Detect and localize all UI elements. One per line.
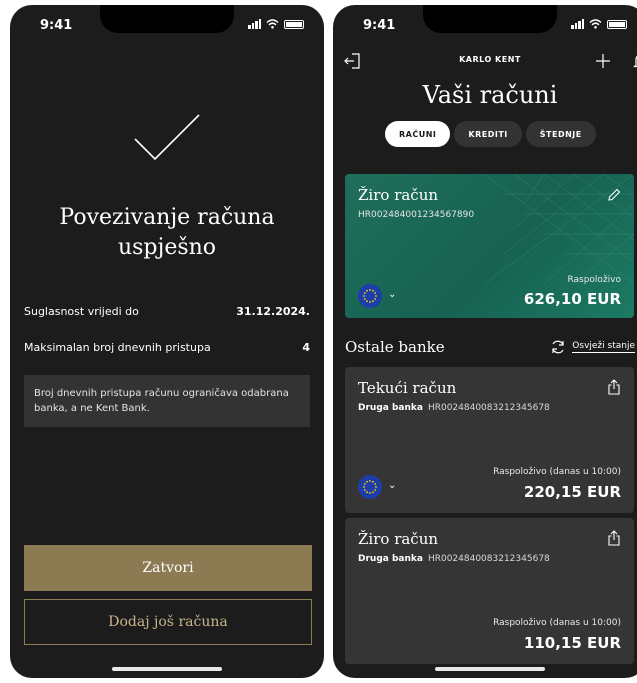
account-name: Tekući račun: [358, 379, 457, 397]
main-available-label: Raspoloživo: [567, 275, 621, 285]
notch: [423, 5, 557, 33]
daily-access-value: 4: [302, 341, 310, 354]
wifi-icon: [589, 19, 602, 29]
account-name: Žiro račun: [358, 530, 439, 548]
signal-icon: [571, 19, 584, 29]
status-time: 9:41: [40, 18, 73, 33]
consent-value: 31.12.2024.: [236, 305, 310, 318]
battery-icon: [284, 19, 304, 29]
success-title: Povezivanje računa uspješno: [59, 205, 275, 260]
close-button[interactable]: Zatvori: [24, 545, 312, 591]
tab-accounts[interactable]: RAČUNI: [385, 121, 451, 147]
status-icons: [571, 19, 627, 29]
eu-flag-icon[interactable]: [358, 284, 382, 308]
add-more-accounts-button[interactable]: Dodaj još računa: [24, 599, 312, 645]
other-account-card[interactable]: Žiro račun Druga banka HR0024840083212345…: [345, 518, 634, 664]
account-bank-iban: Druga banka HR0024840083212345678: [358, 403, 550, 413]
wifi-icon: [266, 19, 279, 29]
page-title: Vaši računi: [422, 81, 558, 109]
consent-row: Suglasnost vrijedi do 31.12.2024.: [24, 305, 310, 318]
account-iban: HR0024840083212345678: [427, 403, 550, 413]
info-note: Broj dnevnih pristupa računu ograničava …: [24, 375, 310, 427]
account-amount: 110,15 EUR: [523, 634, 621, 652]
refresh-icon: [552, 340, 564, 354]
chevron-down-icon[interactable]: ⌄: [388, 289, 396, 300]
notch: [100, 5, 234, 33]
account-iban: HR0024840083212345678: [427, 554, 550, 564]
main-account-card[interactable]: Žiro račun HR002484001234567890 ⌄ Raspol…: [345, 174, 634, 318]
home-indicator[interactable]: [112, 667, 222, 671]
main-account-iban: HR002484001234567890: [358, 210, 475, 220]
home-indicator[interactable]: [435, 667, 545, 671]
bank-name: Druga banka: [358, 554, 423, 564]
consent-label: Suglasnost vrijedi do: [24, 305, 139, 318]
plus-icon[interactable]: [595, 53, 611, 69]
available-label: Raspoloživo (danas u 10:00): [493, 618, 621, 628]
accounts-screen: 9:41 KARLO KENT Vaši računi RAČUNI KREDI…: [333, 5, 637, 678]
chevron-down-icon[interactable]: ⌄: [388, 480, 396, 491]
refresh-balance-button[interactable]: Osvježi stanje: [550, 339, 635, 355]
success-screen: 9:41 Povezivanje računa uspješno Suglasn…: [10, 5, 324, 678]
user-name: KARLO KENT: [459, 55, 521, 64]
tab-loans[interactable]: KREDITI: [454, 121, 522, 147]
eu-flag-icon[interactable]: [358, 475, 382, 499]
other-account-card[interactable]: Tekući račun Druga banka HR00248400832123…: [345, 367, 634, 513]
signal-icon: [248, 19, 261, 29]
daily-access-label: Maksimalan broj dnevnih pristupa: [24, 341, 211, 354]
share-icon[interactable]: [607, 530, 621, 546]
other-banks-title: Ostale banke: [345, 338, 445, 356]
daily-access-row: Maksimalan broj dnevnih pristupa 4: [24, 341, 310, 354]
edit-icon[interactable]: [607, 188, 621, 202]
bank-name: Druga banka: [358, 403, 423, 413]
refresh-label: Osvježi stanje: [572, 341, 635, 353]
status-icons: [248, 19, 304, 29]
tab-savings[interactable]: ŠTEDNJE: [525, 121, 596, 147]
available-label: Raspoloživo (danas u 10:00): [493, 467, 621, 477]
account-bank-iban: Druga banka HR0024840083212345678: [358, 554, 550, 564]
share-icon[interactable]: [607, 379, 621, 395]
status-time: 9:41: [363, 18, 396, 33]
bell-icon[interactable]: [633, 53, 637, 70]
account-type-tabs: RAČUNI KREDITI ŠTEDNJE: [385, 121, 596, 147]
account-amount: 220,15 EUR: [523, 483, 621, 501]
main-account-amount: 626,10 EUR: [523, 290, 621, 308]
checkmark-icon: [134, 114, 200, 161]
battery-icon: [607, 19, 627, 29]
main-account-name: Žiro račun: [358, 186, 439, 204]
